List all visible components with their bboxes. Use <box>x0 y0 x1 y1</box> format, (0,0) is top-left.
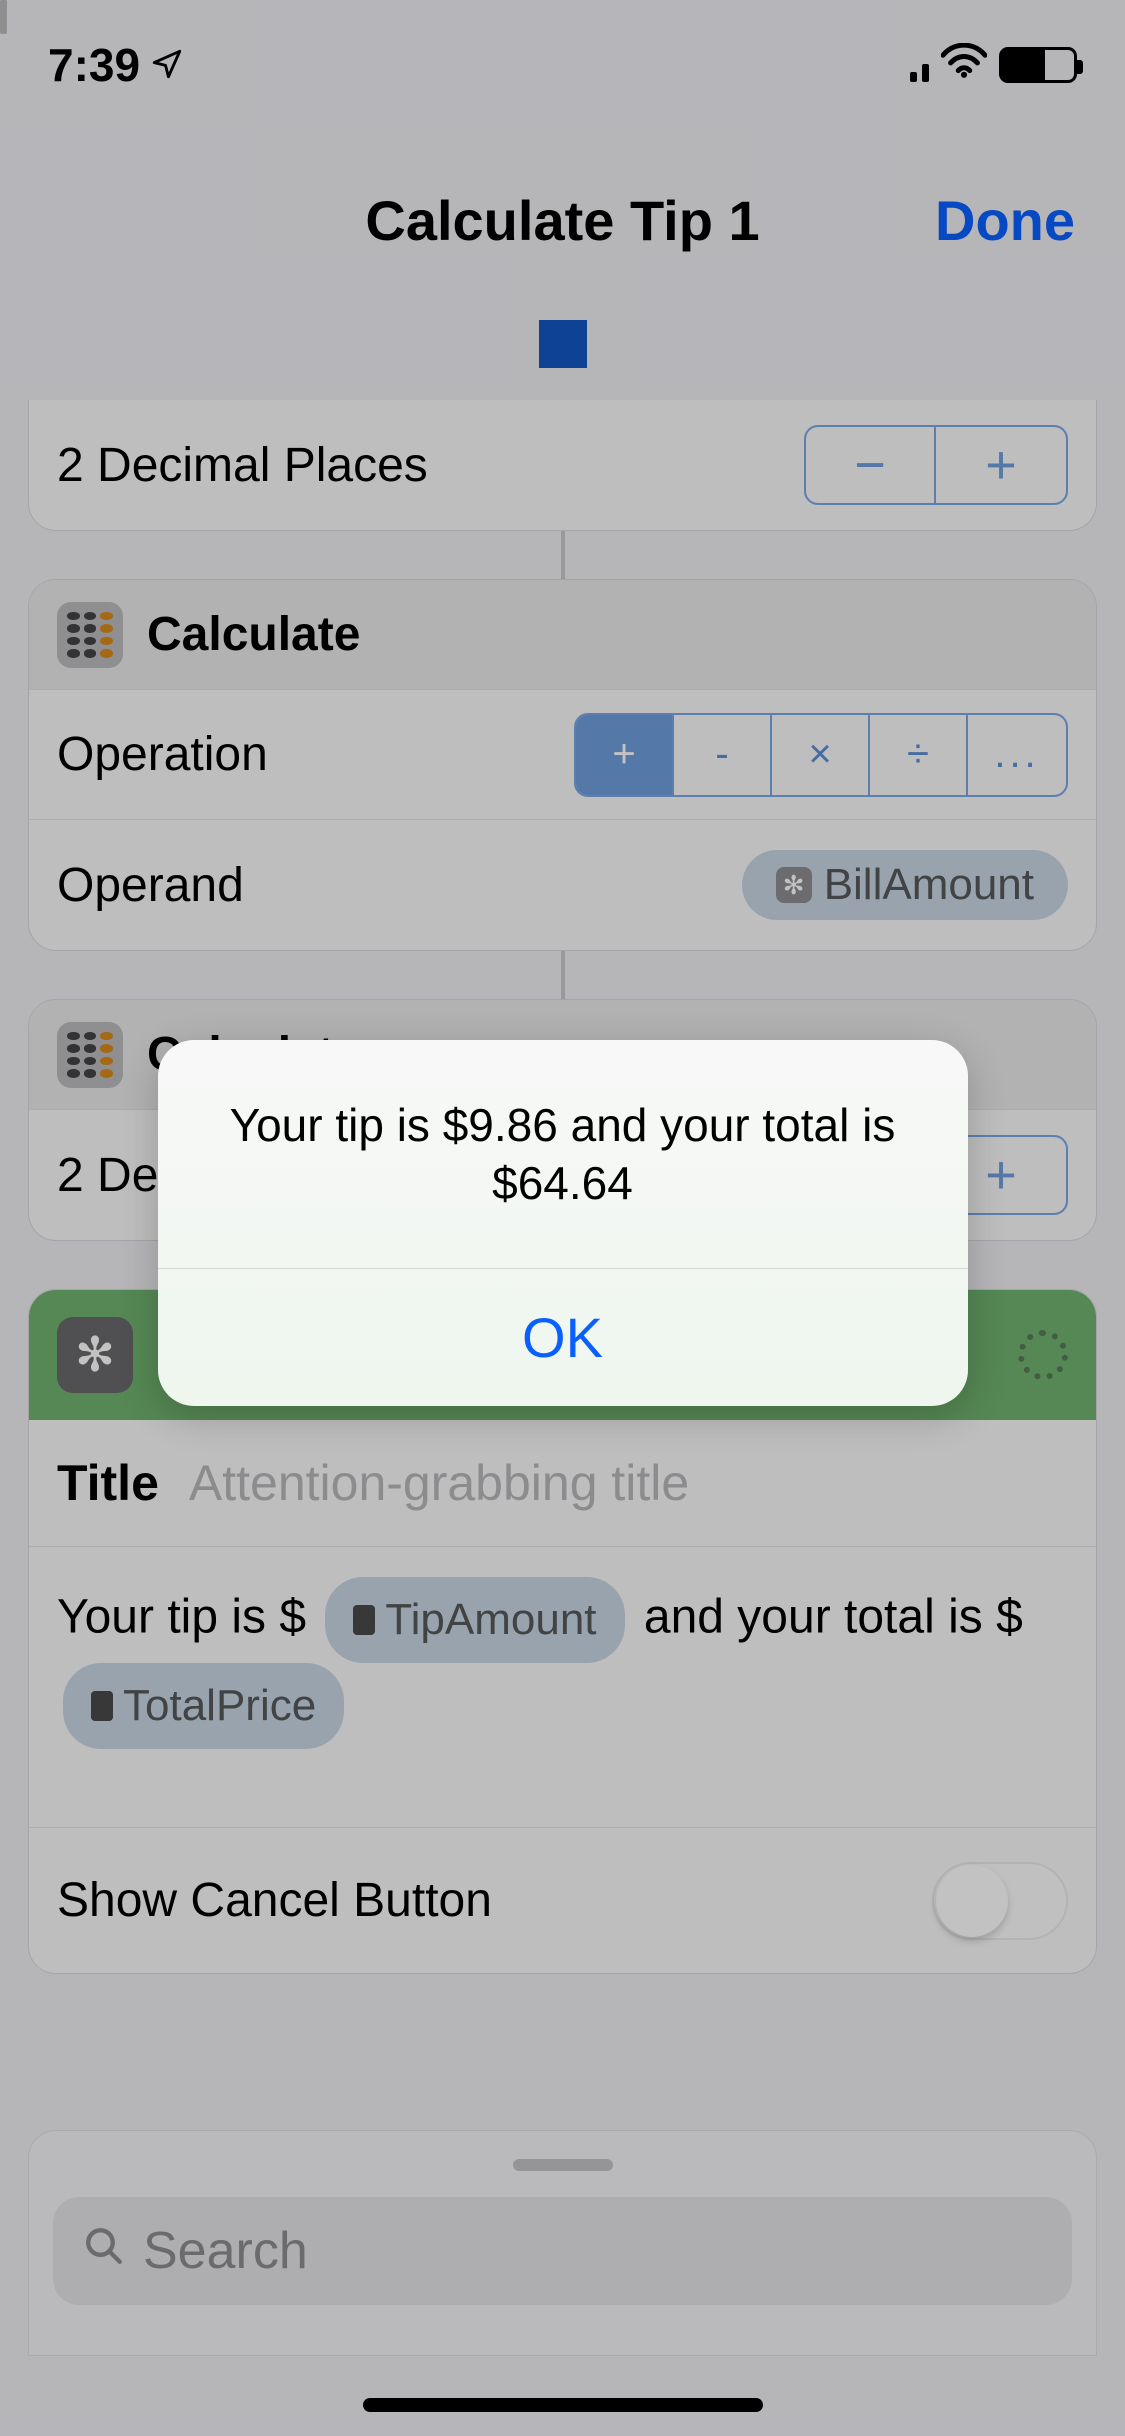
alert-message: Your tip is $9.86 and your total is $64.… <box>158 1040 968 1268</box>
alert-ok-button[interactable]: OK <box>158 1268 968 1406</box>
alert-dialog: Your tip is $9.86 and your total is $64.… <box>158 1040 968 1406</box>
home-indicator[interactable] <box>363 2398 763 2412</box>
